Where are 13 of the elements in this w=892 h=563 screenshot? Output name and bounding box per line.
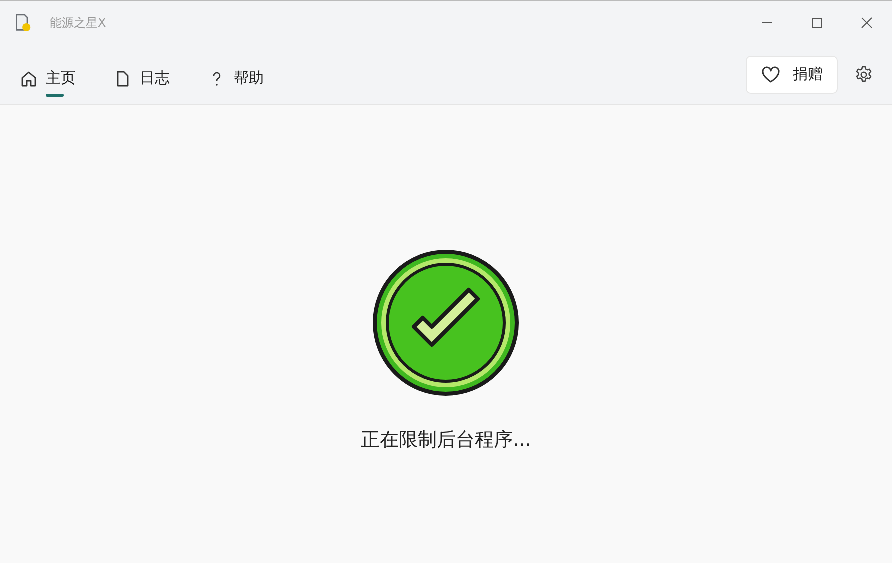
donate-button[interactable]: 捐赠 bbox=[746, 56, 838, 94]
heart-icon bbox=[761, 66, 781, 84]
nav-tab[interactable]: 日志 bbox=[106, 59, 178, 98]
maximize-icon bbox=[811, 17, 823, 29]
settings-icon bbox=[854, 64, 874, 84]
check-circle-icon bbox=[372, 249, 520, 397]
close-icon bbox=[861, 17, 873, 29]
app-logo-icon bbox=[14, 13, 32, 33]
window-title: 能源之星X bbox=[50, 14, 106, 32]
home-icon bbox=[20, 70, 38, 88]
nav-tab[interactable]: 帮助 bbox=[200, 59, 272, 98]
status-message: 正在限制后台程序... bbox=[360, 428, 532, 453]
nav-tab[interactable]: 主页 bbox=[12, 59, 84, 98]
